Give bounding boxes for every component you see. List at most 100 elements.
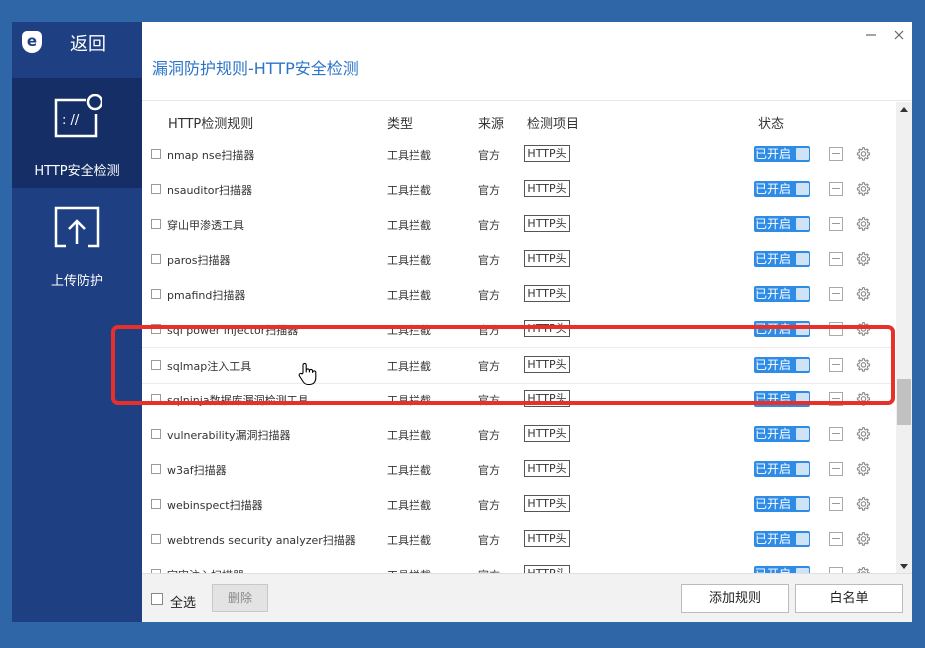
status-toggle[interactable]: 已开启 <box>754 566 810 573</box>
status-toggle[interactable]: 已开启 <box>754 531 810 547</box>
status-toggle-label: 已开启 <box>755 497 792 511</box>
scroll-up-arrow-icon[interactable] <box>896 102 912 118</box>
status-toggle[interactable]: 已开启 <box>754 286 810 302</box>
gear-icon[interactable] <box>855 181 871 197</box>
status-toggle[interactable]: 已开启 <box>754 461 810 477</box>
row-checkbox[interactable] <box>151 184 161 194</box>
select-all-label[interactable]: 全选 <box>170 592 196 611</box>
column-header-type: 类型 <box>387 117 414 132</box>
rule-name: webinspect扫描器 <box>167 499 263 512</box>
status-toggle-label: 已开启 <box>755 427 792 441</box>
minus-icon[interactable] <box>829 532 843 546</box>
sidebar-item-upload-protection[interactable]: 上传防护 <box>12 188 142 298</box>
table-row[interactable]: webinspect扫描器 工具拦截 官方 HTTP头 已开启 <box>142 487 894 522</box>
rule-type: 工具拦截 <box>387 534 431 547</box>
rule-source: 官方 <box>478 149 500 162</box>
table-row[interactable]: 宇宙注入扫描器工具拦截官方HTTP头已开启 <box>142 557 894 573</box>
gear-icon[interactable] <box>855 251 871 267</box>
table-row[interactable]: pmafind扫描器 工具拦截 官方 HTTP头 已开启 <box>142 277 894 312</box>
gear-icon[interactable] <box>855 426 871 442</box>
rule-source: 官方 <box>478 464 500 477</box>
select-all-checkbox[interactable] <box>151 593 163 605</box>
row-checkbox[interactable] <box>151 464 161 474</box>
gear-icon[interactable] <box>855 461 871 477</box>
rule-type: 工具拦截 <box>387 499 431 512</box>
minus-icon[interactable] <box>829 217 843 231</box>
rule-name: nmap nse扫描器 <box>167 149 255 162</box>
toggle-knob <box>796 428 809 440</box>
table-row[interactable]: 穿山甲渗透工具 工具拦截 官方 HTTP头 已开启 <box>142 207 894 242</box>
status-toggle[interactable]: 已开启 <box>754 146 810 162</box>
table-row[interactable]: nsauditor扫描器 工具拦截 官方 HTTP头 已开启 <box>142 172 894 207</box>
status-toggle-label: 已开启 <box>755 566 791 573</box>
minimize-icon[interactable] <box>864 28 878 42</box>
rule-source: 官方 <box>478 184 500 197</box>
scrollbar-thumb[interactable] <box>897 379 911 425</box>
rule-type: 工具拦截 <box>387 464 431 477</box>
toggle-knob <box>796 183 809 195</box>
minus-icon[interactable] <box>829 427 843 441</box>
status-toggle[interactable]: 已开启 <box>754 496 810 512</box>
rule-name: pmafind扫描器 <box>167 289 246 302</box>
sidebar-item-http-security[interactable]: : // HTTP安全检测 <box>12 78 142 188</box>
minus-icon[interactable] <box>829 252 843 266</box>
http-icon: : // <box>54 94 102 138</box>
status-toggle-label: 已开启 <box>755 287 792 301</box>
gear-icon[interactable] <box>855 216 871 232</box>
row-checkbox[interactable] <box>151 289 161 299</box>
table-row[interactable]: vulnerability漏洞扫描器 工具拦截 官方 HTTP头 已开启 <box>142 417 894 452</box>
status-toggle[interactable]: 已开启 <box>754 216 810 232</box>
close-icon[interactable] <box>892 28 906 42</box>
row-checkbox[interactable] <box>151 219 161 229</box>
row-checkbox[interactable] <box>151 254 161 264</box>
toggle-knob <box>796 218 809 230</box>
row-checkbox[interactable] <box>151 429 161 439</box>
check-item-tag: HTTP头 <box>524 565 570 573</box>
column-header-source: 来源 <box>478 117 505 132</box>
column-header-status: 状态 <box>758 117 785 132</box>
status-toggle-label: 已开启 <box>755 462 792 476</box>
gear-icon[interactable] <box>855 496 871 512</box>
table-row[interactable]: w3af扫描器 工具拦截 官方 HTTP头 已开启 <box>142 452 894 487</box>
rule-name: vulnerability漏洞扫描器 <box>167 429 291 442</box>
column-header-rule: HTTP检测规则 <box>168 117 254 132</box>
rule-name: nsauditor扫描器 <box>167 184 253 197</box>
check-item-tag: HTTP头 <box>524 180 570 197</box>
gear-icon[interactable] <box>855 531 871 547</box>
toggle-knob <box>796 533 809 545</box>
whitelist-button[interactable]: 白名单 <box>795 584 903 613</box>
rule-name: paros扫描器 <box>167 254 231 267</box>
add-rule-button[interactable]: 添加规则 <box>681 584 789 613</box>
minus-icon[interactable] <box>829 497 843 511</box>
rule-type: 工具拦截 <box>387 184 431 197</box>
gear-icon[interactable] <box>855 566 871 573</box>
back-button[interactable]: 返回 <box>70 30 106 56</box>
toggle-knob <box>796 148 809 160</box>
gear-icon[interactable] <box>855 146 871 162</box>
gear-icon[interactable] <box>855 286 871 302</box>
check-item-tag: HTTP头 <box>524 495 570 512</box>
toggle-knob <box>796 288 809 300</box>
status-toggle[interactable]: 已开启 <box>754 181 810 197</box>
toggle-knob <box>796 498 809 510</box>
status-toggle[interactable]: 已开启 <box>754 251 810 267</box>
row-checkbox[interactable] <box>151 499 161 509</box>
rule-type: 工具拦截 <box>387 149 431 162</box>
rule-source: 官方 <box>478 429 500 442</box>
minus-icon[interactable] <box>829 462 843 476</box>
status-toggle[interactable]: 已开启 <box>754 426 810 442</box>
upload-icon <box>54 206 100 248</box>
row-checkbox[interactable] <box>151 149 161 159</box>
scroll-down-arrow-icon[interactable] <box>896 558 912 574</box>
row-checkbox[interactable] <box>151 534 161 544</box>
table-row[interactable]: nmap nse扫描器 工具拦截 官方 HTTP头 已开启 <box>142 137 894 172</box>
minus-icon[interactable] <box>829 287 843 301</box>
delete-button[interactable]: 删除 <box>212 584 268 612</box>
minus-icon[interactable] <box>829 182 843 196</box>
vertical-scrollbar[interactable] <box>896 102 912 574</box>
table-row[interactable]: paros扫描器 工具拦截 官方 HTTP头 已开启 <box>142 242 894 277</box>
rule-source: 官方 <box>478 499 500 512</box>
table-row[interactable]: webtrends security analyzer扫描器 工具拦截 官方 HTTP… <box>142 522 894 557</box>
minus-icon[interactable] <box>829 147 843 161</box>
status-toggle-label: 已开启 <box>755 532 792 546</box>
